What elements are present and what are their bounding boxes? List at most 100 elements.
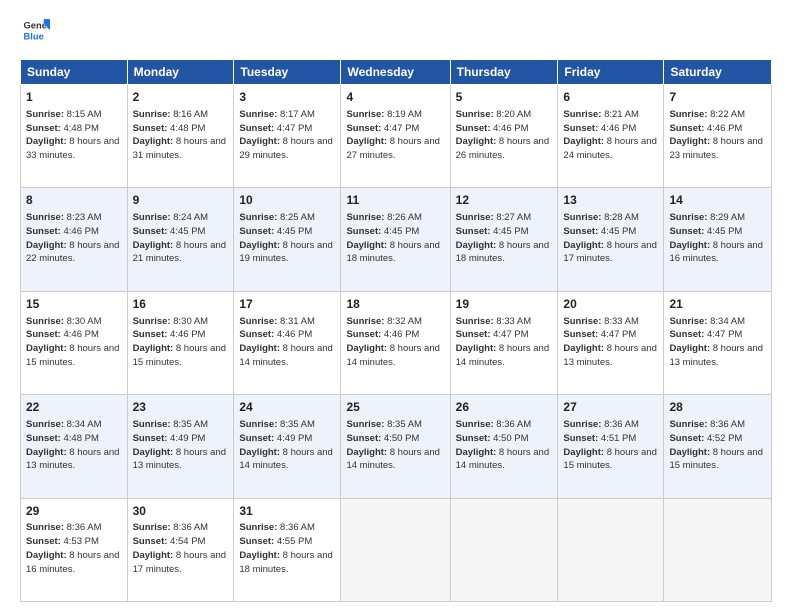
- day-info: Sunrise: 8:16 AMSunset: 4:48 PMDaylight:…: [133, 108, 229, 163]
- calendar-cell: 6 Sunrise: 8:21 AMSunset: 4:46 PMDaylight…: [558, 85, 664, 188]
- calendar-cell: 13 Sunrise: 8:28 AMSunset: 4:45 PMDayligh…: [558, 188, 664, 291]
- day-info: Sunrise: 8:35 AMSunset: 4:49 PMDaylight:…: [239, 418, 335, 473]
- calendar-header-row: Sunday Monday Tuesday Wednesday Thursday…: [21, 60, 772, 85]
- day-info: Sunrise: 8:26 AMSunset: 4:45 PMDaylight:…: [346, 211, 444, 266]
- col-sunday: Sunday: [21, 60, 128, 85]
- day-number: 29: [26, 503, 122, 520]
- week-row-1: 1Sunrise: 8:15 AMSunset: 4:48 PMDaylight…: [21, 85, 772, 188]
- svg-text:Blue: Blue: [24, 31, 44, 41]
- calendar-cell: 10 Sunrise: 8:25 AMSunset: 4:45 PMDayligh…: [234, 188, 341, 291]
- logo-icon: General Blue: [22, 16, 50, 44]
- calendar-cell: 23Sunrise: 8:35 AMSunset: 4:49 PMDayligh…: [127, 395, 234, 498]
- day-number: 18: [346, 296, 444, 313]
- day-info: Sunrise: 8:35 AMSunset: 4:49 PMDaylight:…: [133, 418, 229, 473]
- day-number: 6: [563, 89, 658, 106]
- day-number: 26: [456, 399, 553, 416]
- calendar-cell: 18 Sunrise: 8:32 AMSunset: 4:46 PMDayligh…: [341, 291, 450, 394]
- day-info: Sunrise: 8:22 AMSunset: 4:46 PMDaylight:…: [669, 108, 766, 163]
- day-number: 17: [239, 296, 335, 313]
- day-info: Sunrise: 8:33 AMSunset: 4:47 PMDaylight:…: [563, 315, 658, 370]
- calendar-table: Sunday Monday Tuesday Wednesday Thursday…: [20, 59, 772, 602]
- day-info: Sunrise: 8:21 AMSunset: 4:46 PMDaylight:…: [563, 108, 658, 163]
- calendar-cell: 27 Sunrise: 8:36 AMSunset: 4:51 PMDayligh…: [558, 395, 664, 498]
- day-number: 4: [346, 89, 444, 106]
- day-info: Sunrise: 8:23 AMSunset: 4:46 PMDaylight:…: [26, 211, 122, 266]
- day-info: Sunrise: 8:27 AMSunset: 4:45 PMDaylight:…: [456, 211, 553, 266]
- day-number: 30: [133, 503, 229, 520]
- day-info: Sunrise: 8:32 AMSunset: 4:46 PMDaylight:…: [346, 315, 444, 370]
- calendar-cell: 25 Sunrise: 8:35 AMSunset: 4:50 PMDayligh…: [341, 395, 450, 498]
- day-number: 20: [563, 296, 658, 313]
- calendar-cell: 8 Sunrise: 8:23 AMSunset: 4:46 PMDaylight…: [21, 188, 128, 291]
- day-info: Sunrise: 8:20 AMSunset: 4:46 PMDaylight:…: [456, 108, 553, 163]
- col-friday: Friday: [558, 60, 664, 85]
- day-number: 28: [669, 399, 766, 416]
- calendar-cell: 31Sunrise: 8:36 AMSunset: 4:55 PMDayligh…: [234, 498, 341, 601]
- day-number: 14: [669, 192, 766, 209]
- calendar-cell: 15 Sunrise: 8:30 AMSunset: 4:46 PMDayligh…: [21, 291, 128, 394]
- day-number: 7: [669, 89, 766, 106]
- calendar-cell: [450, 498, 558, 601]
- day-number: 19: [456, 296, 553, 313]
- logo: General Blue: [20, 16, 54, 49]
- day-info: Sunrise: 8:30 AMSunset: 4:46 PMDaylight:…: [26, 315, 122, 370]
- week-row-4: 22Sunrise: 8:34 AMSunset: 4:48 PMDayligh…: [21, 395, 772, 498]
- day-info: Sunrise: 8:36 AMSunset: 4:52 PMDaylight:…: [669, 418, 766, 473]
- day-info: Sunrise: 8:35 AMSunset: 4:50 PMDaylight:…: [346, 418, 444, 473]
- day-number: 27: [563, 399, 658, 416]
- calendar-cell: [341, 498, 450, 601]
- day-info: Sunrise: 8:19 AMSunset: 4:47 PMDaylight:…: [346, 108, 444, 163]
- day-info: Sunrise: 8:36 AMSunset: 4:53 PMDaylight:…: [26, 521, 122, 576]
- day-info: Sunrise: 8:17 AMSunset: 4:47 PMDaylight:…: [239, 108, 335, 163]
- day-number: 25: [346, 399, 444, 416]
- week-row-3: 15 Sunrise: 8:30 AMSunset: 4:46 PMDayligh…: [21, 291, 772, 394]
- day-number: 24: [239, 399, 335, 416]
- calendar-cell: 2 Sunrise: 8:16 AMSunset: 4:48 PMDaylight…: [127, 85, 234, 188]
- page: General Blue Sunday Monday Tuesday Wedne…: [0, 0, 792, 612]
- day-info: Sunrise: 8:36 AMSunset: 4:51 PMDaylight:…: [563, 418, 658, 473]
- calendar-cell: 17 Sunrise: 8:31 AMSunset: 4:46 PMDayligh…: [234, 291, 341, 394]
- calendar-cell: 5 Sunrise: 8:20 AMSunset: 4:46 PMDaylight…: [450, 85, 558, 188]
- calendar-cell: [664, 498, 772, 601]
- day-number: 8: [26, 192, 122, 209]
- day-number: 2: [133, 89, 229, 106]
- day-number: 5: [456, 89, 553, 106]
- week-row-2: 8 Sunrise: 8:23 AMSunset: 4:46 PMDaylight…: [21, 188, 772, 291]
- day-number: 11: [346, 192, 444, 209]
- calendar-cell: 9 Sunrise: 8:24 AMSunset: 4:45 PMDaylight…: [127, 188, 234, 291]
- calendar-cell: 26 Sunrise: 8:36 AMSunset: 4:50 PMDayligh…: [450, 395, 558, 498]
- week-row-5: 29Sunrise: 8:36 AMSunset: 4:53 PMDayligh…: [21, 498, 772, 601]
- day-info: Sunrise: 8:30 AMSunset: 4:46 PMDaylight:…: [133, 315, 229, 370]
- col-monday: Monday: [127, 60, 234, 85]
- col-thursday: Thursday: [450, 60, 558, 85]
- calendar-cell: 1Sunrise: 8:15 AMSunset: 4:48 PMDaylight…: [21, 85, 128, 188]
- day-info: Sunrise: 8:25 AMSunset: 4:45 PMDaylight:…: [239, 211, 335, 266]
- calendar-cell: 12 Sunrise: 8:27 AMSunset: 4:45 PMDayligh…: [450, 188, 558, 291]
- calendar-cell: 4 Sunrise: 8:19 AMSunset: 4:47 PMDaylight…: [341, 85, 450, 188]
- day-info: Sunrise: 8:34 AMSunset: 4:47 PMDaylight:…: [669, 315, 766, 370]
- day-info: Sunrise: 8:31 AMSunset: 4:46 PMDaylight:…: [239, 315, 335, 370]
- day-number: 21: [669, 296, 766, 313]
- calendar-cell: 22Sunrise: 8:34 AMSunset: 4:48 PMDayligh…: [21, 395, 128, 498]
- day-number: 10: [239, 192, 335, 209]
- calendar-cell: 21 Sunrise: 8:34 AMSunset: 4:47 PMDayligh…: [664, 291, 772, 394]
- day-number: 12: [456, 192, 553, 209]
- day-info: Sunrise: 8:24 AMSunset: 4:45 PMDaylight:…: [133, 211, 229, 266]
- day-info: Sunrise: 8:36 AMSunset: 4:55 PMDaylight:…: [239, 521, 335, 576]
- calendar-cell: 29Sunrise: 8:36 AMSunset: 4:53 PMDayligh…: [21, 498, 128, 601]
- col-saturday: Saturday: [664, 60, 772, 85]
- day-info: Sunrise: 8:34 AMSunset: 4:48 PMDaylight:…: [26, 418, 122, 473]
- day-number: 31: [239, 503, 335, 520]
- calendar-cell: 24 Sunrise: 8:35 AMSunset: 4:49 PMDayligh…: [234, 395, 341, 498]
- col-tuesday: Tuesday: [234, 60, 341, 85]
- calendar-cell: [558, 498, 664, 601]
- calendar-cell: 30Sunrise: 8:36 AMSunset: 4:54 PMDayligh…: [127, 498, 234, 601]
- calendar-cell: 11 Sunrise: 8:26 AMSunset: 4:45 PMDayligh…: [341, 188, 450, 291]
- day-info: Sunrise: 8:36 AMSunset: 4:54 PMDaylight:…: [133, 521, 229, 576]
- day-number: 9: [133, 192, 229, 209]
- day-number: 13: [563, 192, 658, 209]
- day-info: Sunrise: 8:29 AMSunset: 4:45 PMDaylight:…: [669, 211, 766, 266]
- day-info: Sunrise: 8:36 AMSunset: 4:50 PMDaylight:…: [456, 418, 553, 473]
- day-number: 15: [26, 296, 122, 313]
- day-info: Sunrise: 8:28 AMSunset: 4:45 PMDaylight:…: [563, 211, 658, 266]
